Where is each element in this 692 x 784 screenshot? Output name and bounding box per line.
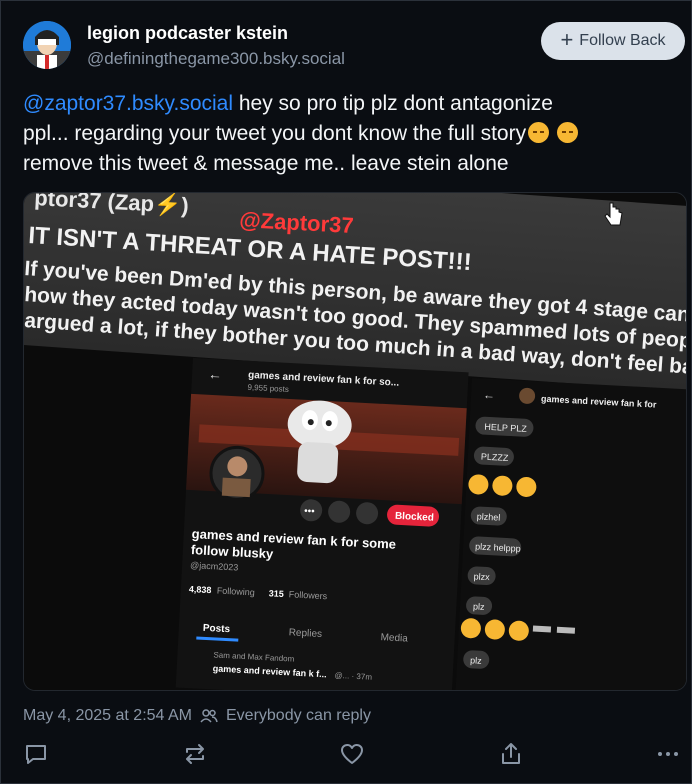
reply-setting: Everybody can reply (226, 707, 371, 724)
post-actions (1, 737, 692, 771)
like-button[interactable] (339, 741, 365, 767)
worried-emoji-icon (556, 122, 578, 143)
image-dm-msg-5: plzx (473, 571, 490, 582)
share-icon (502, 743, 520, 764)
more-icon (658, 752, 678, 756)
plus-icon: + (560, 27, 574, 52)
follow-back-label: Follow Back (579, 32, 666, 49)
post-timestamp[interactable]: May 4, 2025 at 2:54 AM (23, 707, 192, 725)
image-followers-count: 315 (269, 588, 285, 599)
repost-icon (186, 744, 204, 764)
image-tab-replies: Replies (288, 627, 322, 640)
post-meta: May 4, 2025 at 2:54 AM Everybody can rep… (23, 707, 371, 725)
author-display-name[interactable]: legion podcaster kstein (87, 23, 288, 44)
post-container: legion podcaster kstein @definingthegame… (0, 0, 692, 784)
follow-back-button[interactable]: + Follow Back (541, 22, 685, 60)
post-image[interactable]: ptor37 (Zap⚡) @Zaptor37 IT ISN'T A THREA… (23, 192, 687, 691)
image-tab-media: Media (380, 632, 408, 644)
image-dm-msg-2: PLZZZ (481, 452, 509, 463)
image-blocked-label: Blocked (395, 511, 434, 524)
image-followers-label: Followers (288, 589, 327, 601)
photo-of-screen: ptor37 (Zap⚡) @Zaptor37 IT ISN'T A THREA… (24, 193, 686, 690)
image-back-arrow-icon: ← (208, 366, 223, 383)
author-handle[interactable]: @definingthegame300.bsky.social (87, 49, 345, 69)
pensive-emoji-icon (528, 122, 550, 143)
post-text-line1: hey so pro tip plz dont antagonize (233, 92, 553, 115)
reply-button[interactable] (23, 741, 49, 767)
post-text-line3: remove this tweet & message me.. leave s… (23, 152, 509, 175)
repost-button[interactable] (182, 741, 208, 767)
svg-text:←: ← (483, 388, 496, 403)
heart-icon (341, 744, 363, 764)
image-dm-msg-7: plz (470, 655, 483, 666)
post-text: @zaptor37.bsky.social hey so pro tip plz… (23, 89, 673, 179)
svg-text:•••: ••• (304, 506, 316, 518)
image-following-count: 4,838 (189, 584, 212, 595)
mention-link[interactable]: @zaptor37.bsky.social (23, 92, 233, 115)
image-dm-msg-3: plzhel (476, 511, 500, 522)
share-button[interactable] (498, 741, 524, 767)
reply-icon (26, 745, 46, 764)
image-tab-posts: Posts (203, 623, 231, 635)
more-options-button[interactable] (655, 741, 681, 767)
image-dm-msg-6: plz (473, 601, 486, 612)
post-text-line2: ppl... regarding your tweet you dont kno… (23, 122, 527, 145)
author-avatar[interactable] (23, 21, 71, 69)
avatar-image (23, 21, 71, 69)
image-following-label: Following (217, 585, 256, 597)
people-icon (200, 709, 218, 723)
